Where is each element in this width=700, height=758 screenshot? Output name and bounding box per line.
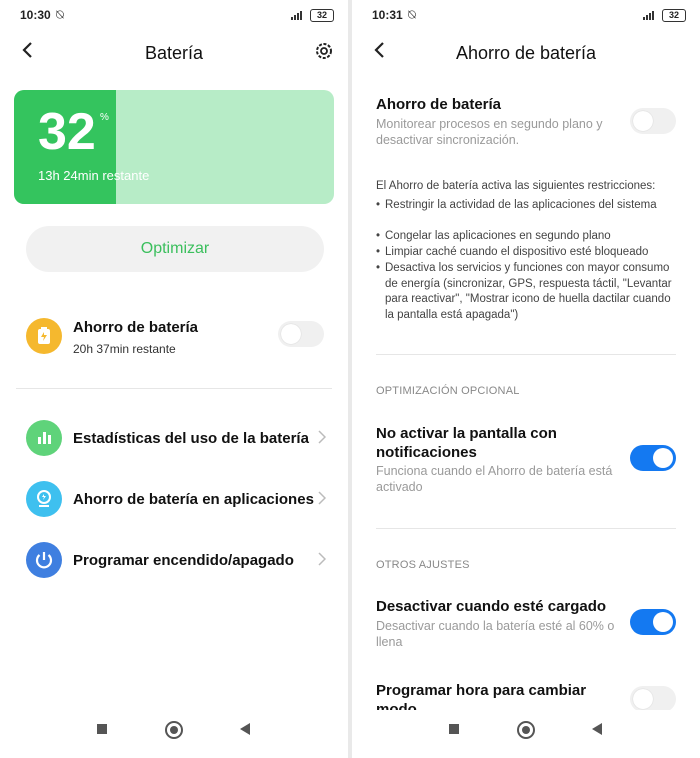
header: Batería: [0, 40, 348, 66]
battery-saver-screen: 10:31 ⍉ 32 Ahorro de batería Ahorro de b…: [352, 0, 700, 758]
saver-title: Ahorro de batería: [376, 96, 502, 113]
optimize-button[interactable]: Optimizar: [26, 226, 324, 272]
app-saver-icon: [26, 481, 62, 517]
status-time: 10:31: [372, 8, 403, 22]
divider: [376, 528, 676, 529]
status-bar: 10:31 ⍉ 32: [372, 7, 686, 26]
schedule-toggle[interactable]: [630, 686, 676, 712]
menu-item-stats[interactable]: Estadísticas del uso de la batería: [26, 420, 326, 456]
section-optional: OPTIMIZACIÓN OPCIONAL: [376, 385, 520, 397]
restriction-text: Restringir la actividad de las aplicacio…: [385, 199, 657, 211]
restriction-text: Limpiar caché cuando el dispositivo esté…: [385, 246, 649, 258]
restriction-text: Congelar las aplicaciones en segundo pla…: [385, 230, 611, 242]
square-nav-icon[interactable]: [97, 724, 107, 734]
nav-bar: [352, 710, 700, 758]
page-title: Ahorro de batería: [455, 43, 597, 63]
battery-saver-remaining: 20h 37min restante: [73, 342, 176, 356]
signal-icon: [291, 10, 302, 20]
signal-icon: [643, 10, 654, 20]
restrictions-intro: El Ahorro de batería activa las siguient…: [376, 180, 656, 192]
no-screen-title: No activar la pantalla con notificacione…: [376, 425, 557, 461]
saver-subtitle: Monitorear procesos en segundo plano y d…: [376, 117, 603, 147]
divider: [16, 388, 332, 389]
status-battery: 32: [310, 9, 334, 22]
home-nav-icon[interactable]: [517, 721, 535, 739]
menu-item-label: Estadísticas del uso de la batería: [73, 430, 309, 447]
gear-icon[interactable]: [314, 41, 334, 66]
power-icon: [26, 542, 62, 578]
nav-bar: [0, 710, 348, 758]
restriction-item: • Restringir la actividad de las aplicaci…: [376, 198, 682, 214]
no-screen-subtitle: Funciona cuando el Ahorro de batería est…: [376, 464, 613, 494]
status-bar: 10:30 ⍉ 32: [20, 7, 334, 26]
back-nav-icon[interactable]: [592, 723, 602, 735]
charged-title: Desactivar cuando esté cargado: [376, 598, 607, 615]
battery-percent: 32: [38, 103, 96, 161]
menu-item-schedule-power[interactable]: Programar encendido/apagado: [26, 542, 326, 578]
header: Ahorro de batería: [352, 40, 700, 66]
no-screen-toggle[interactable]: [630, 445, 676, 471]
chevron-right-icon: [318, 430, 326, 444]
status-battery: 32: [662, 9, 686, 22]
divider: [376, 354, 676, 355]
battery-saver-title: Ahorro de batería: [73, 319, 199, 336]
charged-subtitle: Desactivar cuando la batería esté al 60%…: [376, 619, 615, 649]
percent-sign: %: [100, 112, 109, 123]
restriction-item: • Limpiar caché cuando el dispositivo est…: [376, 245, 682, 261]
square-nav-icon[interactable]: [449, 724, 459, 734]
alarm-off-icon: ⍉: [408, 7, 416, 22]
battery-remaining: 13h 24min restante: [38, 168, 150, 183]
battery-saver-row[interactable]: Ahorro de batería 20h 37min restante: [26, 314, 324, 360]
battery-saver-toggle[interactable]: [278, 321, 324, 347]
page-title: Batería: [144, 43, 204, 63]
saver-toggle[interactable]: [630, 108, 676, 134]
charged-toggle[interactable]: [630, 609, 676, 635]
bar-chart-icon: [26, 420, 62, 456]
status-time: 10:30: [20, 8, 51, 22]
menu-item-app-saver[interactable]: Ahorro de batería en aplicaciones: [26, 481, 326, 517]
battery-saver-icon: [26, 318, 62, 354]
back-nav-icon[interactable]: [240, 723, 250, 735]
chevron-right-icon: [318, 491, 326, 505]
section-other: OTROS AJUSTES: [376, 559, 470, 571]
battery-card: 32 % 13h 24min restante: [14, 90, 334, 204]
restriction-item: • Desactiva los servicios y funciones con…: [376, 261, 682, 323]
menu-item-label: Ahorro de batería en aplicaciones: [73, 491, 314, 508]
menu-item-label: Programar encendido/apagado: [73, 552, 294, 569]
restriction-item: • Congelar las aplicaciones en segundo pl…: [376, 229, 682, 245]
restriction-text: Desactiva los servicios y funciones con …: [385, 262, 672, 321]
alarm-off-icon: ⍉: [56, 7, 64, 22]
battery-screen: 10:30 ⍉ 32 Batería 32 % 13h 24min restan…: [0, 0, 348, 758]
home-nav-icon[interactable]: [165, 721, 183, 739]
chevron-right-icon: [318, 552, 326, 566]
